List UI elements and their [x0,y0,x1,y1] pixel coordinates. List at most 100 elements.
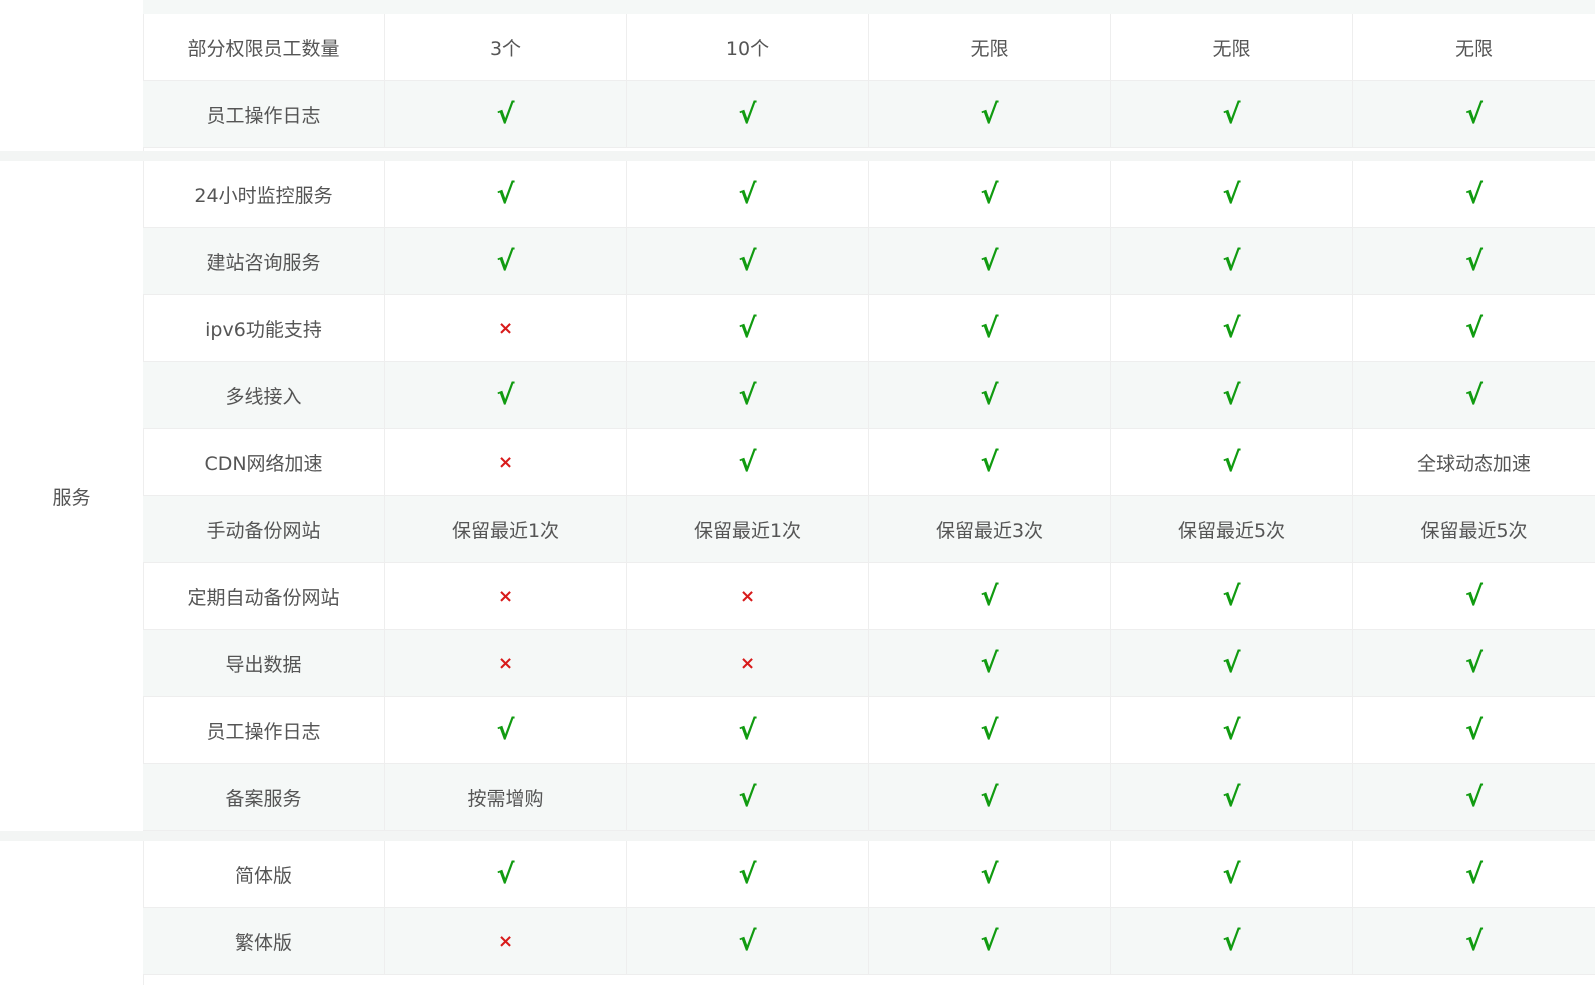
feature-name: 24小时监控服务 [143,161,385,227]
check-icon: √ [627,228,869,294]
plan-value: 保留最近1次 [385,496,627,562]
check-icon: √ [385,841,627,907]
plan-value: 10个 [627,14,869,80]
cross-icon: × [627,563,869,629]
cross-icon: × [385,563,627,629]
plan-value: 保留最近5次 [1420,519,1528,542]
check-icon: √ [385,362,627,428]
check-icon: √ [627,841,869,907]
check-icon: √ [1111,295,1353,361]
group-label [0,841,144,985]
plan-value: 全球动态加速 [1416,452,1531,475]
cross-icon: × [385,630,627,696]
check-icon: √ [869,161,1111,227]
check-icon: √ [1111,630,1353,696]
check-icon: √ [1464,98,1483,130]
check-icon: √ [869,764,1111,830]
feature-name: 多线接入 [143,362,385,428]
table-row: 员工操作日志 √ √ √ √ √ [143,81,1595,148]
group-separator [0,831,1595,841]
table-row: 定期自动备份网站 × × √ √ √ [143,563,1595,630]
table-row: 建站咨询服务 √ √ √ √ √ [143,228,1595,295]
plan-value: 保留最近1次 [627,496,869,562]
table-row: 员工操作日志 √ √ √ √ √ [143,697,1595,764]
check-icon: √ [1464,379,1483,411]
table-row: 导出数据 × × √ √ √ [143,630,1595,697]
check-icon: √ [627,295,869,361]
feature-name: 建站咨询服务 [143,228,385,294]
check-icon: √ [869,841,1111,907]
check-icon: √ [1464,580,1483,612]
cross-icon: × [385,295,627,361]
feature-name: 手动备份网站 [143,496,385,562]
check-icon: √ [1111,697,1353,763]
table-row: 备案服务 按需增购 √ √ √ √ [143,764,1595,831]
check-icon: √ [1464,858,1483,890]
cross-icon: × [385,908,627,974]
group-1: 部分权限员工数量 3个 10个 无限 无限 无限 员工操作日志 √ √ √ √ … [0,14,1595,151]
feature-name: 简体版 [143,841,385,907]
feature-name: 导出数据 [143,630,385,696]
check-icon: √ [1464,781,1483,813]
plan-value: 3个 [385,14,627,80]
feature-name: 员工操作日志 [143,697,385,763]
table-row: 部分权限员工数量 3个 10个 无限 无限 无限 [143,14,1595,81]
check-icon: √ [385,228,627,294]
check-icon: √ [1464,714,1483,746]
check-icon: √ [1111,81,1353,147]
feature-name: ipv6功能支持 [143,295,385,361]
table-row: 繁体版 × √ √ √ √ [143,908,1595,975]
table-row: 手动备份网站 保留最近1次 保留最近1次 保留最近3次 保留最近5次 保留最近5… [143,496,1595,563]
check-icon: √ [627,764,869,830]
table-row: ipv6功能支持 × √ √ √ √ [143,295,1595,362]
group-services: 服务 24小时监控服务 √ √ √ √ √ 建站咨询服务 √ √ √ √ √ i… [0,161,1595,831]
check-icon: √ [385,697,627,763]
plan-value: 无限 [1111,14,1353,80]
check-icon: √ [1111,841,1353,907]
plan-value: 无限 [869,14,1111,80]
check-icon: √ [869,630,1111,696]
table-row: CDN网络加速 × √ √ √ 全球动态加速 [143,429,1595,496]
feature-name: 部分权限员工数量 [143,14,385,80]
group-label: 服务 [0,161,144,831]
group-3: 简体版 √ √ √ √ √ 繁体版 × √ √ √ √ [0,841,1595,985]
plan-value: 保留最近3次 [869,496,1111,562]
check-icon: √ [1464,647,1483,679]
check-icon: √ [627,697,869,763]
table-row: 多线接入 √ √ √ √ √ [143,362,1595,429]
check-icon: √ [1111,908,1353,974]
plan-value: 保留最近5次 [1111,496,1353,562]
check-icon: √ [1111,161,1353,227]
check-icon: √ [869,697,1111,763]
check-icon: √ [869,429,1111,495]
cross-icon: × [627,630,869,696]
check-icon: √ [1464,312,1483,344]
check-icon: √ [385,81,627,147]
check-icon: √ [1111,362,1353,428]
check-icon: √ [869,908,1111,974]
feature-name: 备案服务 [143,764,385,830]
check-icon: √ [869,81,1111,147]
plan-value: 无限 [1454,37,1493,60]
check-icon: √ [385,161,627,227]
check-icon: √ [1464,245,1483,277]
check-icon: √ [869,563,1111,629]
check-icon: √ [1111,764,1353,830]
cross-icon: × [385,429,627,495]
top-cut-row [143,0,1595,14]
check-icon: √ [1464,178,1483,210]
group-label [0,14,144,151]
table-row: 24小时监控服务 √ √ √ √ √ [143,161,1595,228]
check-icon: √ [627,161,869,227]
check-icon: √ [1111,563,1353,629]
check-icon: √ [1111,429,1353,495]
table-row: 简体版 √ √ √ √ √ [143,841,1595,908]
check-icon: √ [627,429,869,495]
check-icon: √ [627,81,869,147]
check-icon: √ [869,228,1111,294]
plan-value: 按需增购 [385,764,627,830]
feature-name: CDN网络加速 [143,429,385,495]
check-icon: √ [869,362,1111,428]
feature-name: 员工操作日志 [143,81,385,147]
feature-name: 定期自动备份网站 [143,563,385,629]
